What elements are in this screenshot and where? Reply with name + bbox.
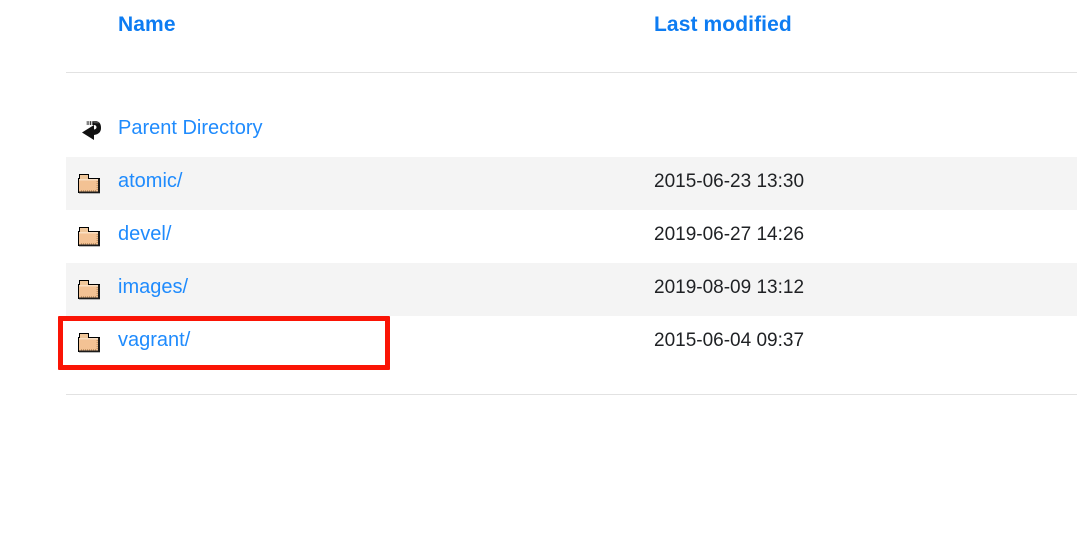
folder-icon [74,221,104,251]
footer-divider [66,394,1077,395]
table-row[interactable]: devel/ 2019-06-27 14:26 [66,210,1077,263]
row-last-modified: 2015-06-23 13:30 [654,171,805,192]
table-row[interactable]: images/ 2019-08-09 13:12 [66,263,1077,316]
back-arrow-icon [74,115,104,145]
directory-link[interactable]: images/ [118,276,188,299]
directory-link[interactable]: vagrant/ [118,329,190,352]
row-last-modified: 2015-06-04 09:37 [654,330,805,351]
parent-directory-link[interactable]: Parent Directory [118,117,263,140]
folder-icon [74,327,104,357]
table-row[interactable]: Parent Directory [66,104,1077,157]
folder-icon [74,274,104,304]
table-row[interactable]: vagrant/ 2015-06-04 09:37 [66,316,1077,369]
header-divider [66,72,1077,73]
directory-link[interactable]: atomic/ [118,170,182,193]
row-last-modified: 2019-06-27 14:26 [654,224,805,245]
column-header-name[interactable]: Name [118,13,176,37]
table-row[interactable]: atomic/ 2015-06-23 13:30 [66,157,1077,210]
column-header-last-modified[interactable]: Last modified [654,13,792,37]
listing-header: Name Last modified [0,0,1077,72]
folder-icon [74,168,104,198]
row-last-modified: 2019-08-09 13:12 [654,277,805,298]
directory-link[interactable]: devel/ [118,223,171,246]
directory-listing: Name Last modified Parent Directory atom… [0,0,1077,559]
